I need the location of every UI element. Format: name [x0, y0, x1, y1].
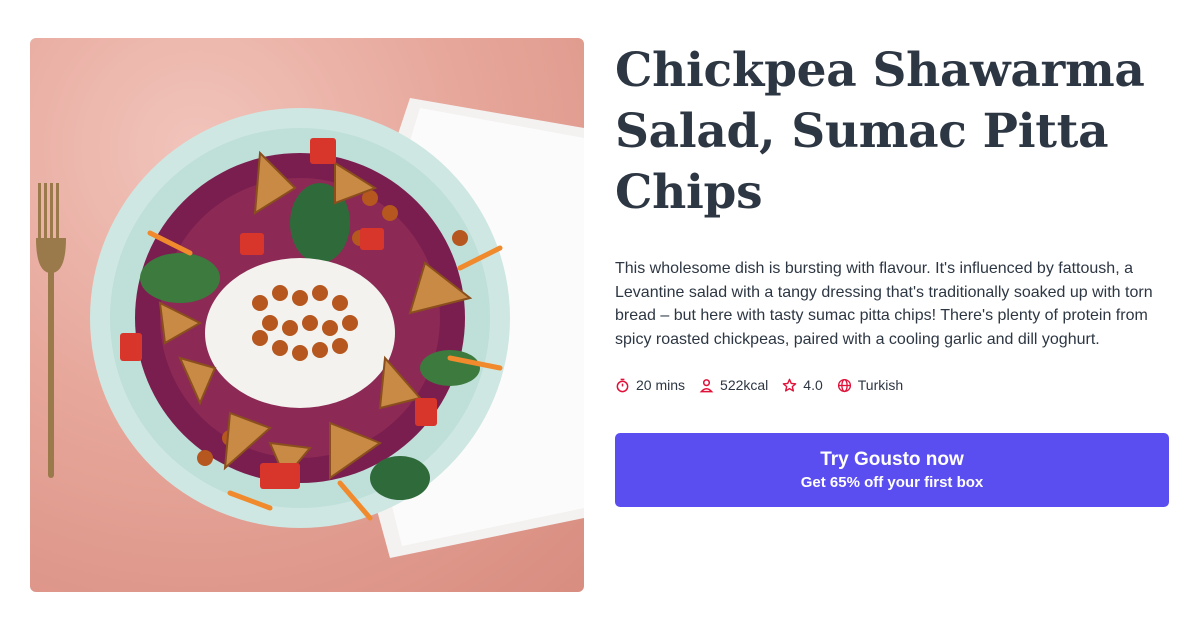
star-icon [783, 378, 797, 392]
cta-sub-label: Get 65% off your first box [800, 473, 984, 491]
recipe-title: Chickpea Shawarma Salad, Sumac Pitta Chi… [615, 43, 1145, 220]
meta-calories-label: 522kcal [720, 377, 769, 393]
try-gousto-button[interactable]: Try Gousto now Get 65% off your first bo… [615, 433, 1169, 507]
meta-calories: 522kcal [699, 377, 768, 393]
meta-time-label: 20 mins [636, 377, 686, 393]
meta-cuisine-label: Turkish [857, 377, 904, 393]
meta-time: 20 mins [615, 377, 685, 393]
meta-rating: 4.0 [782, 377, 823, 393]
person-icon [699, 378, 714, 392]
recipe-details: Chickpea Shawarma Salad, Sumac Pitta Chi… [615, 40, 1170, 393]
globe-icon [837, 378, 851, 392]
cta-main-label: Try Gousto now [820, 448, 964, 470]
stopwatch-icon [616, 378, 629, 392]
recipe-description: This wholesome dish is bursting with fla… [615, 260, 1153, 348]
recipe-image [30, 38, 584, 592]
recipe-meta: 20 mins 522kcal 4.0 Turkish [615, 377, 1170, 393]
fork [36, 183, 66, 478]
meta-cuisine: Turkish [837, 377, 903, 393]
meta-rating-label: 4.0 [803, 377, 823, 393]
